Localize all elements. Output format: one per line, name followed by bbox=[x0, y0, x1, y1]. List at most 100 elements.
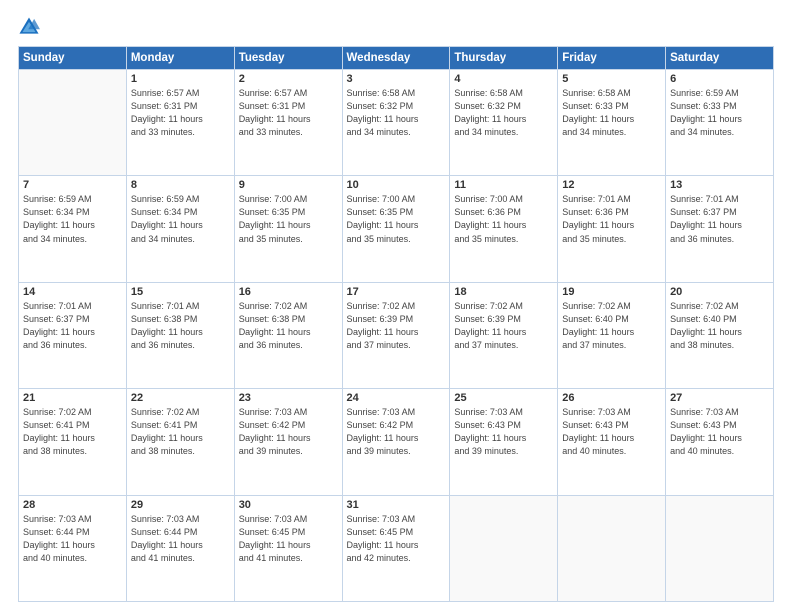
day-info: Sunrise: 7:00 AMSunset: 6:35 PMDaylight:… bbox=[239, 193, 338, 245]
day-info: Sunrise: 6:59 AMSunset: 6:33 PMDaylight:… bbox=[670, 87, 769, 139]
calendar-day: 14 Sunrise: 7:01 AMSunset: 6:37 PMDayligh… bbox=[19, 282, 127, 388]
calendar-header-tuesday: Tuesday bbox=[234, 47, 342, 70]
day-info: Sunrise: 7:01 AMSunset: 6:37 PMDaylight:… bbox=[23, 300, 122, 352]
day-number: 14 bbox=[23, 286, 122, 298]
day-number: 23 bbox=[239, 392, 338, 404]
day-info: Sunrise: 7:00 AMSunset: 6:36 PMDaylight:… bbox=[454, 193, 553, 245]
calendar-day: 29 Sunrise: 7:03 AMSunset: 6:44 PMDayligh… bbox=[126, 495, 234, 601]
day-number: 28 bbox=[23, 499, 122, 511]
day-number: 12 bbox=[562, 179, 661, 191]
calendar-day: 1Sunrise: 6:57 AMSunset: 6:31 PMDaylight… bbox=[126, 70, 234, 176]
day-number: 26 bbox=[562, 392, 661, 404]
day-info: Sunrise: 7:01 AMSunset: 6:36 PMDaylight:… bbox=[562, 193, 661, 245]
day-number: 31 bbox=[347, 499, 446, 511]
calendar-week-4: 21 Sunrise: 7:02 AMSunset: 6:41 PMDayligh… bbox=[19, 389, 774, 495]
calendar-header-sunday: Sunday bbox=[19, 47, 127, 70]
calendar-day: 9 Sunrise: 7:00 AMSunset: 6:35 PMDaylight… bbox=[234, 176, 342, 282]
day-info: Sunrise: 6:59 AMSunset: 6:34 PMDaylight:… bbox=[23, 193, 122, 245]
header bbox=[18, 16, 774, 38]
day-number: 25 bbox=[454, 392, 553, 404]
calendar-day: 20Sunrise: 7:02 AMSunset: 6:40 PMDayligh… bbox=[666, 282, 774, 388]
calendar-day bbox=[666, 495, 774, 601]
day-info: Sunrise: 7:03 AMSunset: 6:44 PMDaylight:… bbox=[131, 513, 230, 565]
calendar-day: 30 Sunrise: 7:03 AMSunset: 6:45 PMDayligh… bbox=[234, 495, 342, 601]
day-number: 21 bbox=[23, 392, 122, 404]
day-number: 9 bbox=[239, 179, 338, 191]
calendar-header-saturday: Saturday bbox=[666, 47, 774, 70]
day-info: Sunrise: 7:03 AMSunset: 6:44 PMDaylight:… bbox=[23, 513, 122, 565]
calendar-day: 24Sunrise: 7:03 AMSunset: 6:42 PMDayligh… bbox=[342, 389, 450, 495]
day-number: 19 bbox=[562, 286, 661, 298]
calendar-day: 22 Sunrise: 7:02 AMSunset: 6:41 PMDayligh… bbox=[126, 389, 234, 495]
calendar-week-2: 7 Sunrise: 6:59 AMSunset: 6:34 PMDaylight… bbox=[19, 176, 774, 282]
calendar-day: 3 Sunrise: 6:58 AMSunset: 6:32 PMDaylight… bbox=[342, 70, 450, 176]
calendar-day: 18 Sunrise: 7:02 AMSunset: 6:39 PMDayligh… bbox=[450, 282, 558, 388]
calendar-day: 25 Sunrise: 7:03 AMSunset: 6:43 PMDayligh… bbox=[450, 389, 558, 495]
calendar-day: 27 Sunrise: 7:03 AMSunset: 6:43 PMDayligh… bbox=[666, 389, 774, 495]
day-info: Sunrise: 7:02 AMSunset: 6:39 PMDaylight:… bbox=[347, 300, 446, 352]
calendar-day: 19 Sunrise: 7:02 AMSunset: 6:40 PMDayligh… bbox=[558, 282, 666, 388]
day-info: Sunrise: 7:03 AMSunset: 6:42 PMDaylight:… bbox=[239, 406, 338, 458]
calendar-header-wednesday: Wednesday bbox=[342, 47, 450, 70]
day-number: 7 bbox=[23, 179, 122, 191]
day-info: Sunrise: 7:03 AMSunset: 6:43 PMDaylight:… bbox=[562, 406, 661, 458]
day-number: 1 bbox=[131, 73, 230, 85]
day-number: 13 bbox=[670, 179, 769, 191]
calendar-day: 6Sunrise: 6:59 AMSunset: 6:33 PMDaylight… bbox=[666, 70, 774, 176]
day-info: Sunrise: 6:57 AMSunset: 6:31 PMDaylight:… bbox=[239, 87, 338, 139]
calendar-day: 21 Sunrise: 7:02 AMSunset: 6:41 PMDayligh… bbox=[19, 389, 127, 495]
day-number: 22 bbox=[131, 392, 230, 404]
day-info: Sunrise: 7:02 AMSunset: 6:39 PMDaylight:… bbox=[454, 300, 553, 352]
calendar-table: SundayMondayTuesdayWednesdayThursdayFrid… bbox=[18, 46, 774, 602]
day-info: Sunrise: 7:02 AMSunset: 6:41 PMDaylight:… bbox=[23, 406, 122, 458]
calendar-day: 16Sunrise: 7:02 AMSunset: 6:38 PMDayligh… bbox=[234, 282, 342, 388]
day-number: 16 bbox=[239, 286, 338, 298]
calendar-day: 5Sunrise: 6:58 AMSunset: 6:33 PMDaylight… bbox=[558, 70, 666, 176]
day-number: 30 bbox=[239, 499, 338, 511]
calendar-day: 26 Sunrise: 7:03 AMSunset: 6:43 PMDayligh… bbox=[558, 389, 666, 495]
calendar-week-1: 1 Sunrise: 6:57 AMSunset: 6:31 PMDaylight… bbox=[19, 70, 774, 176]
day-number: 27 bbox=[670, 392, 769, 404]
calendar-day: 13Sunrise: 7:01 AMSunset: 6:37 PMDayligh… bbox=[666, 176, 774, 282]
day-number: 29 bbox=[131, 499, 230, 511]
day-info: Sunrise: 7:02 AMSunset: 6:40 PMDaylight:… bbox=[562, 300, 661, 352]
page: SundayMondayTuesdayWednesdayThursdayFrid… bbox=[0, 0, 792, 612]
day-number: 11 bbox=[454, 179, 553, 191]
calendar-day: 8Sunrise: 6:59 AMSunset: 6:34 PMDaylight… bbox=[126, 176, 234, 282]
day-info: Sunrise: 6:59 AMSunset: 6:34 PMDaylight:… bbox=[131, 193, 230, 245]
day-info: Sunrise: 7:03 AMSunset: 6:43 PMDaylight:… bbox=[670, 406, 769, 458]
day-info: Sunrise: 7:02 AMSunset: 6:41 PMDaylight:… bbox=[131, 406, 230, 458]
calendar-header-friday: Friday bbox=[558, 47, 666, 70]
logo bbox=[18, 16, 44, 38]
calendar-day: 11 Sunrise: 7:00 AMSunset: 6:36 PMDayligh… bbox=[450, 176, 558, 282]
calendar-day bbox=[558, 495, 666, 601]
calendar-week-5: 28 Sunrise: 7:03 AMSunset: 6:44 PMDayligh… bbox=[19, 495, 774, 601]
calendar-day: 15 Sunrise: 7:01 AMSunset: 6:38 PMDayligh… bbox=[126, 282, 234, 388]
day-info: Sunrise: 7:03 AMSunset: 6:42 PMDaylight:… bbox=[347, 406, 446, 458]
calendar-header-thursday: Thursday bbox=[450, 47, 558, 70]
day-info: Sunrise: 7:03 AMSunset: 6:45 PMDaylight:… bbox=[239, 513, 338, 565]
calendar-day: 12 Sunrise: 7:01 AMSunset: 6:36 PMDayligh… bbox=[558, 176, 666, 282]
day-info: Sunrise: 7:01 AMSunset: 6:38 PMDaylight:… bbox=[131, 300, 230, 352]
day-number: 5 bbox=[562, 73, 661, 85]
day-info: Sunrise: 7:02 AMSunset: 6:40 PMDaylight:… bbox=[670, 300, 769, 352]
day-number: 4 bbox=[454, 73, 553, 85]
calendar-day: 31 Sunrise: 7:03 AMSunset: 6:45 PMDayligh… bbox=[342, 495, 450, 601]
day-info: Sunrise: 6:58 AMSunset: 6:32 PMDaylight:… bbox=[347, 87, 446, 139]
calendar-day: 10 Sunrise: 7:00 AMSunset: 6:35 PMDayligh… bbox=[342, 176, 450, 282]
calendar-day: 7 Sunrise: 6:59 AMSunset: 6:34 PMDaylight… bbox=[19, 176, 127, 282]
day-info: Sunrise: 7:03 AMSunset: 6:43 PMDaylight:… bbox=[454, 406, 553, 458]
logo-icon bbox=[18, 16, 40, 38]
calendar-day: 28 Sunrise: 7:03 AMSunset: 6:44 PMDayligh… bbox=[19, 495, 127, 601]
calendar-day: 4Sunrise: 6:58 AMSunset: 6:32 PMDaylight… bbox=[450, 70, 558, 176]
day-info: Sunrise: 7:00 AMSunset: 6:35 PMDaylight:… bbox=[347, 193, 446, 245]
day-info: Sunrise: 7:03 AMSunset: 6:45 PMDaylight:… bbox=[347, 513, 446, 565]
day-number: 10 bbox=[347, 179, 446, 191]
day-number: 3 bbox=[347, 73, 446, 85]
day-number: 15 bbox=[131, 286, 230, 298]
calendar-day: 2Sunrise: 6:57 AMSunset: 6:31 PMDaylight… bbox=[234, 70, 342, 176]
day-number: 18 bbox=[454, 286, 553, 298]
calendar-day bbox=[19, 70, 127, 176]
calendar-day bbox=[450, 495, 558, 601]
day-number: 17 bbox=[347, 286, 446, 298]
